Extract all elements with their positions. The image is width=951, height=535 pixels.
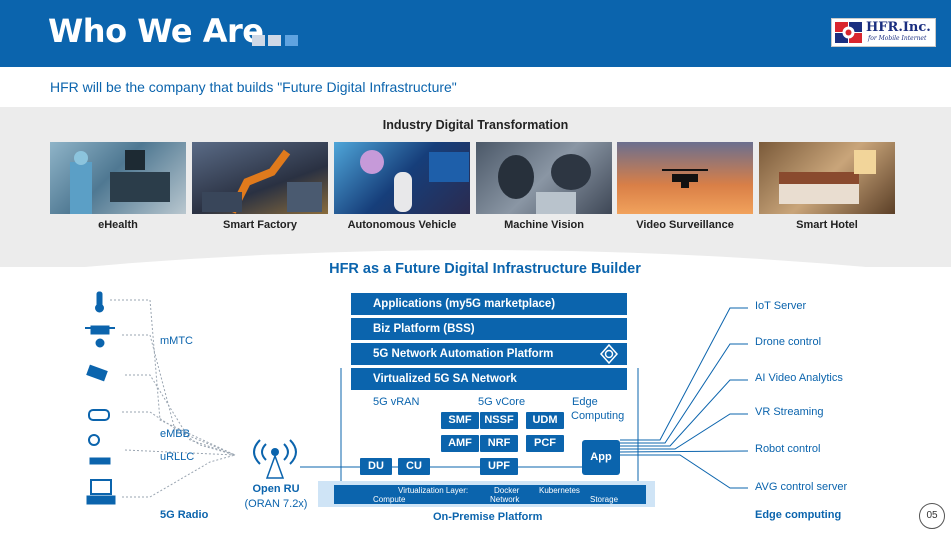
storage-label: Storage	[590, 495, 619, 504]
platform-label: On-Premise Platform	[433, 511, 543, 523]
page-number: 05	[919, 503, 945, 529]
virtualization-layer-label: Virtualization Layer:	[398, 486, 469, 495]
stack-layer-automation: 5G Network Automation Platform	[351, 343, 627, 365]
right-label-robot-control: Robot control	[755, 443, 821, 455]
robot-arm-icon	[88, 434, 100, 446]
antenna-icon	[253, 439, 297, 479]
nf-nrf: NRF	[480, 435, 518, 452]
oran-label: (ORAN 7.2x)	[244, 498, 308, 510]
nf-upf: UPF	[480, 458, 518, 475]
stack-layer-biz-platform: Biz Platform (BSS)	[351, 318, 627, 340]
nf-smf: SMF	[441, 412, 479, 429]
nf-nssf: NSSF	[480, 412, 518, 429]
stack-layer-applications: Applications (my5G marketplace)	[351, 293, 627, 315]
kubernetes-label: Kubernetes	[539, 486, 580, 495]
embb-label: eMBB	[160, 428, 190, 440]
nf-udm: UDM	[526, 412, 564, 429]
edge-label-1: Edge	[572, 396, 598, 408]
network-label: Network	[490, 495, 520, 504]
nf-amf: AMF	[441, 435, 479, 452]
right-label-iot-server: IoT Server	[755, 300, 807, 312]
right-label-avg-control: AVG control server	[755, 481, 848, 493]
docker-label: Docker	[494, 486, 520, 495]
ran-du: DU	[360, 458, 392, 475]
mmtc-label: mMTC	[160, 335, 193, 347]
vr-headset-icon	[88, 409, 110, 421]
edge-label-2: Computing	[571, 410, 625, 422]
urllc-label: uRLLC	[160, 451, 195, 463]
right-label-ai-video: AI Video Analytics	[755, 372, 843, 384]
app-box: App	[582, 440, 620, 475]
automation-icon	[599, 343, 619, 365]
device-icons	[85, 291, 116, 505]
ran-cu: CU	[398, 458, 430, 475]
stack-layer-virtualized-network: Virtualized 5G SA Network	[351, 368, 627, 390]
cctv-icon	[86, 364, 108, 382]
vran-label: 5G vRAN	[373, 396, 420, 408]
nf-pcf: PCF	[526, 435, 564, 452]
edge-computing-footer: Edge computing	[755, 509, 842, 521]
agv-icon	[90, 479, 112, 495]
right-label-drone-control: Drone control	[755, 336, 822, 348]
vcore-label: 5G vCore	[478, 396, 526, 408]
open-ru-label: Open RU	[252, 483, 300, 495]
5g-radio-label: 5G Radio	[160, 509, 209, 521]
right-label-vr-streaming: VR Streaming	[755, 406, 824, 418]
compute-label: Compute	[373, 495, 406, 504]
